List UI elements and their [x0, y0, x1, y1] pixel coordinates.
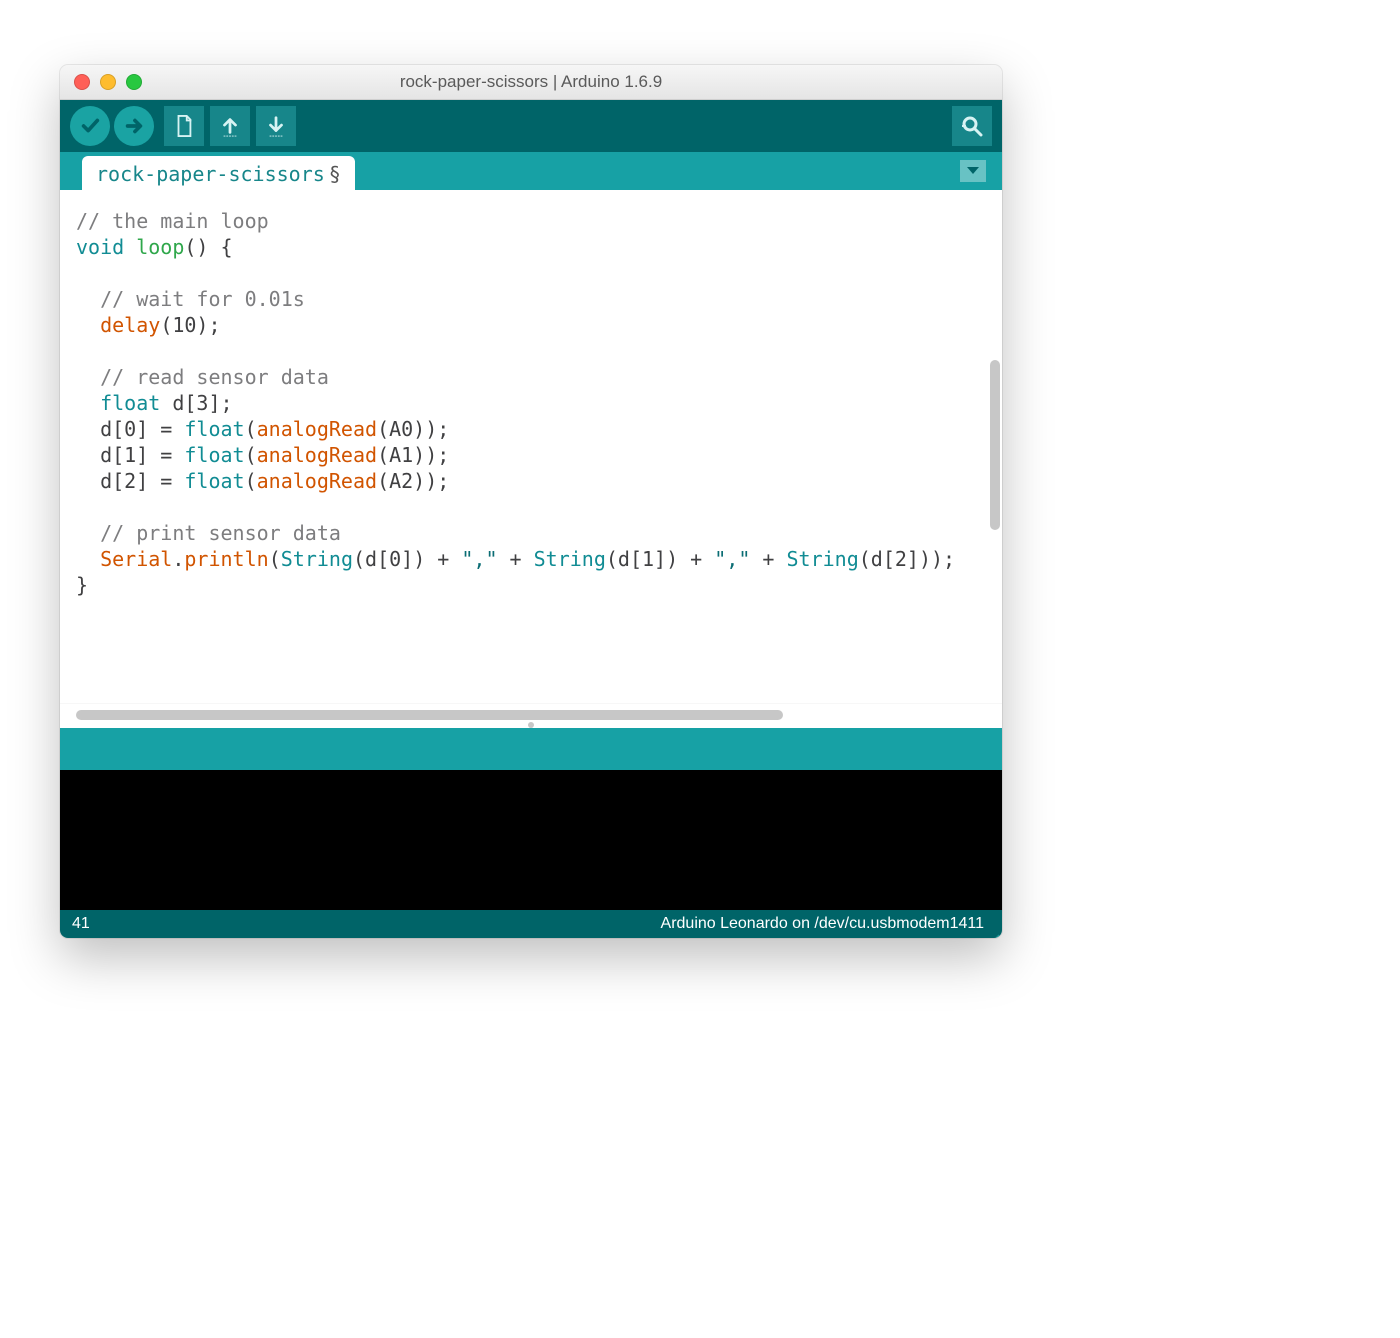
tab-label: rock-paper-scissors — [96, 162, 325, 186]
save-button[interactable] — [256, 106, 296, 146]
code-editor[interactable]: // the main loop void loop() { // wait f… — [60, 190, 988, 703]
editor-area: // the main loop void loop() { // wait f… — [60, 190, 1002, 703]
arrow-down-icon — [265, 114, 287, 138]
serial-monitor-button[interactable] — [952, 106, 992, 146]
close-icon[interactable] — [74, 74, 90, 90]
toolbar — [60, 100, 1002, 152]
vertical-scrollbar[interactable] — [988, 190, 1002, 703]
verify-button[interactable] — [70, 106, 110, 146]
arduino-ide-window: rock-paper-scissors | Arduino 1.6.9 — [60, 65, 1002, 938]
console-output[interactable] — [60, 770, 1002, 910]
status-line-number: 41 — [72, 915, 90, 933]
tab-modified-mark: § — [329, 162, 341, 186]
horizontal-scrollbar[interactable] — [60, 703, 1002, 728]
file-icon — [173, 114, 195, 138]
check-icon — [79, 115, 101, 137]
window-controls — [74, 74, 142, 90]
arrow-right-icon — [123, 115, 145, 137]
titlebar: rock-paper-scissors | Arduino 1.6.9 — [60, 65, 1002, 100]
triangle-down-icon — [966, 166, 980, 176]
magnifier-icon — [960, 114, 984, 138]
splitter-handle-icon[interactable] — [528, 722, 534, 728]
horizontal-scroll-thumb[interactable] — [76, 710, 783, 720]
tab-strip: rock-paper-scissors§ — [60, 152, 1002, 190]
message-bar — [60, 728, 1002, 770]
status-board-info: Arduino Leonardo on /dev/cu.usbmodem1411 — [661, 915, 984, 933]
window-title: rock-paper-scissors | Arduino 1.6.9 — [60, 72, 1002, 92]
new-button[interactable] — [164, 106, 204, 146]
tab-dropdown-button[interactable] — [960, 160, 986, 182]
resize-grip-icon[interactable] — [984, 920, 1000, 936]
arrow-up-icon — [219, 114, 241, 138]
upload-button[interactable] — [114, 106, 154, 146]
minimize-icon[interactable] — [100, 74, 116, 90]
status-bar: 41 Arduino Leonardo on /dev/cu.usbmodem1… — [60, 910, 1002, 938]
zoom-icon[interactable] — [126, 74, 142, 90]
tab-sketch[interactable]: rock-paper-scissors§ — [82, 156, 355, 190]
open-button[interactable] — [210, 106, 250, 146]
vertical-scroll-thumb[interactable] — [990, 360, 1000, 530]
